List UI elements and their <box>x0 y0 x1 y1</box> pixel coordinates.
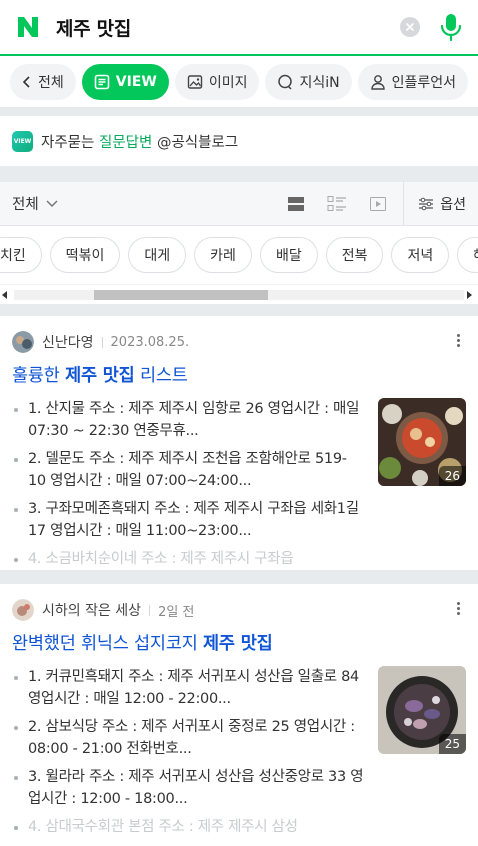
title-text: 완벽했던 휘닉스 섭지코지 <box>12 634 203 654</box>
post-thumbnail[interactable]: 26 <box>378 398 466 486</box>
author-name[interactable]: 신난다영 <box>42 332 94 352</box>
image-icon <box>187 74 203 89</box>
title-text: 훌륭한 <box>12 366 66 386</box>
author-name[interactable]: 시하의 작은 세상 <box>42 600 141 620</box>
chip[interactable]: 치킨 <box>0 237 42 273</box>
more-options-icon[interactable] <box>457 602 460 615</box>
post-date: 2일 전 <box>158 604 195 620</box>
title-keyword: 제주 맛집 <box>203 634 273 654</box>
close-icon <box>406 23 414 31</box>
post-header: 시하의 작은 세상 2일 전 <box>12 598 466 622</box>
chip[interactable]: 대게 <box>128 237 187 273</box>
chevron-down-icon <box>46 199 58 207</box>
post-date: 2023.08.25. <box>110 334 190 350</box>
post-title[interactable]: 완벽했던 휘닉스 섭지코지 제주 맛집 <box>12 630 466 658</box>
faq-prefix: 자주묻는 <box>41 134 95 151</box>
tab-label: 인플루언서 <box>391 74 456 91</box>
post-snippet[interactable]: 1. 커큐민흑돼지 주소 : 제주 서귀포시 성산읍 일출로 84 영업시간 :… <box>12 666 378 838</box>
scroll-right-icon[interactable] <box>467 291 472 299</box>
scroll-track[interactable] <box>14 290 464 300</box>
list-item: 2. 삼보식당 주소 : 제주 서귀포시 중정로 25 영업시간 : 08:00… <box>12 716 364 760</box>
filter-dropdown[interactable]: 전체 <box>12 193 287 214</box>
filter-selected: 전체 <box>12 197 39 213</box>
image-count-badge: 25 <box>438 734 466 754</box>
video-view-icon[interactable] <box>369 195 387 213</box>
blog-post-card: 시하의 작은 세상 2일 전 완벽했던 휘닉스 섭지코지 제주 맛집 1. 커큐… <box>0 584 478 846</box>
chip[interactable]: 해물탕 <box>457 237 478 273</box>
list-item: 2. 델문도 주소 : 제주 제주시 조천읍 조함해안로 519-10 영업시간… <box>12 448 364 492</box>
list-item: 1. 커큐민흑돼지 주소 : 제주 서귀포시 성산읍 일출로 84 영업시간 :… <box>12 666 364 710</box>
list-item: 1. 산지물 주소 : 제주 제주시 임항로 26 영업시간 : 매일 07:3… <box>12 398 364 442</box>
search-results-page: 제주 맛집 전체 VIEW 이미지 지식iN 인플루언서 VIEW 자주묻는 질… <box>0 0 478 846</box>
chip[interactable]: 전복 <box>325 237 384 273</box>
post-title[interactable]: 훌륭한 제주 맛집 리스트 <box>12 362 466 390</box>
faq-highlight[interactable]: 질문답변 <box>99 131 152 152</box>
tab-label: 전체 <box>38 74 64 91</box>
image-count-badge: 26 <box>438 466 466 486</box>
title-keyword: 제주 맛집 <box>65 366 135 386</box>
post-header: 신난다영 2023.08.25. <box>12 330 466 354</box>
list-item: 3. 윌라라 주소 : 제주 서귀포시 성산읍 성산중앙로 33 영업시간 : … <box>12 766 364 810</box>
post-body: 1. 산지물 주소 : 제주 제주시 임항로 26 영업시간 : 매일 07:3… <box>12 398 466 570</box>
avatar[interactable] <box>12 599 34 621</box>
tab-label: VIEW <box>115 73 157 90</box>
naver-logo-icon[interactable] <box>14 13 42 41</box>
options-label: 옵션 <box>440 196 466 213</box>
chip[interactable]: 떡볶이 <box>49 237 121 273</box>
sliders-icon <box>419 197 434 210</box>
clear-search-button[interactable] <box>400 17 420 37</box>
list-item: 4. 삼대국수회관 본점 주소 : 제주 제주시 삼성 <box>12 816 364 838</box>
tab-label: 이미지 <box>208 74 248 91</box>
view-mode-switcher <box>287 195 387 213</box>
more-options-icon[interactable] <box>457 334 460 347</box>
scroll-left-icon[interactable] <box>2 291 7 299</box>
thumbnail-list-icon[interactable] <box>327 195 347 213</box>
person-icon <box>370 74 385 90</box>
filter-bar: 전체 옵션 <box>0 181 478 226</box>
tab-all[interactable]: 전체 <box>10 63 76 100</box>
title-text: 리스트 <box>134 366 188 386</box>
list-item: 4. 소금바치순이네 주소 : 제주 제주시 구좌읍 <box>12 548 364 570</box>
tab-knowledge-in[interactable]: 지식iN <box>265 63 352 100</box>
post-body: 1. 커큐민흑돼지 주소 : 제주 서귀포시 성산읍 일출로 84 영업시간 :… <box>12 666 466 838</box>
divider <box>101 336 103 348</box>
voice-search-button[interactable] <box>438 12 464 42</box>
horizontal-scrollbar[interactable] <box>0 284 478 304</box>
post-snippet[interactable]: 1. 산지물 주소 : 제주 제주시 임항로 26 영업시간 : 매일 07:3… <box>12 398 378 570</box>
faq-banner[interactable]: VIEW 자주묻는 질문답변 @공식블로그 <box>0 116 478 166</box>
microphone-icon <box>440 14 462 41</box>
search-bar: 제주 맛집 <box>0 0 478 56</box>
document-icon <box>94 74 110 89</box>
keyword-chips: 치킨 떡볶이 대게 카레 배달 전복 저녁 해물탕 <box>0 226 478 284</box>
chip[interactable]: 카레 <box>194 237 252 273</box>
divider <box>149 604 151 616</box>
avatar[interactable] <box>12 331 34 353</box>
chevron-left-icon <box>22 75 30 88</box>
search-input[interactable]: 제주 맛집 <box>56 14 400 41</box>
post-thumbnail[interactable]: 25 <box>378 666 466 754</box>
search-tabs: 전체 VIEW 이미지 지식iN 인플루언서 <box>0 56 478 108</box>
view-badge-icon: VIEW <box>12 130 33 152</box>
options-button[interactable]: 옵션 <box>418 194 466 214</box>
chip[interactable]: 저녁 <box>391 237 450 273</box>
question-bubble-icon <box>278 74 293 90</box>
tab-influencer[interactable]: 인플루언서 <box>357 63 468 100</box>
scroll-thumb[interactable] <box>94 290 268 300</box>
tab-label: 지식iN <box>299 74 340 91</box>
blog-post-card: 신난다영 2023.08.25. 훌륭한 제주 맛집 리스트 1. 산지물 주소… <box>0 316 478 570</box>
tab-view[interactable]: VIEW <box>81 63 169 100</box>
chip[interactable]: 배달 <box>259 237 318 273</box>
tab-images[interactable]: 이미지 <box>174 63 260 100</box>
list-view-icon[interactable] <box>287 195 305 213</box>
divider <box>403 181 405 226</box>
faq-suffix[interactable]: @공식블로그 <box>157 131 238 152</box>
list-item: 3. 구좌모메존흑돼지 주소 : 제주 제주시 구좌읍 세화1길 17 영업시간… <box>12 498 364 542</box>
